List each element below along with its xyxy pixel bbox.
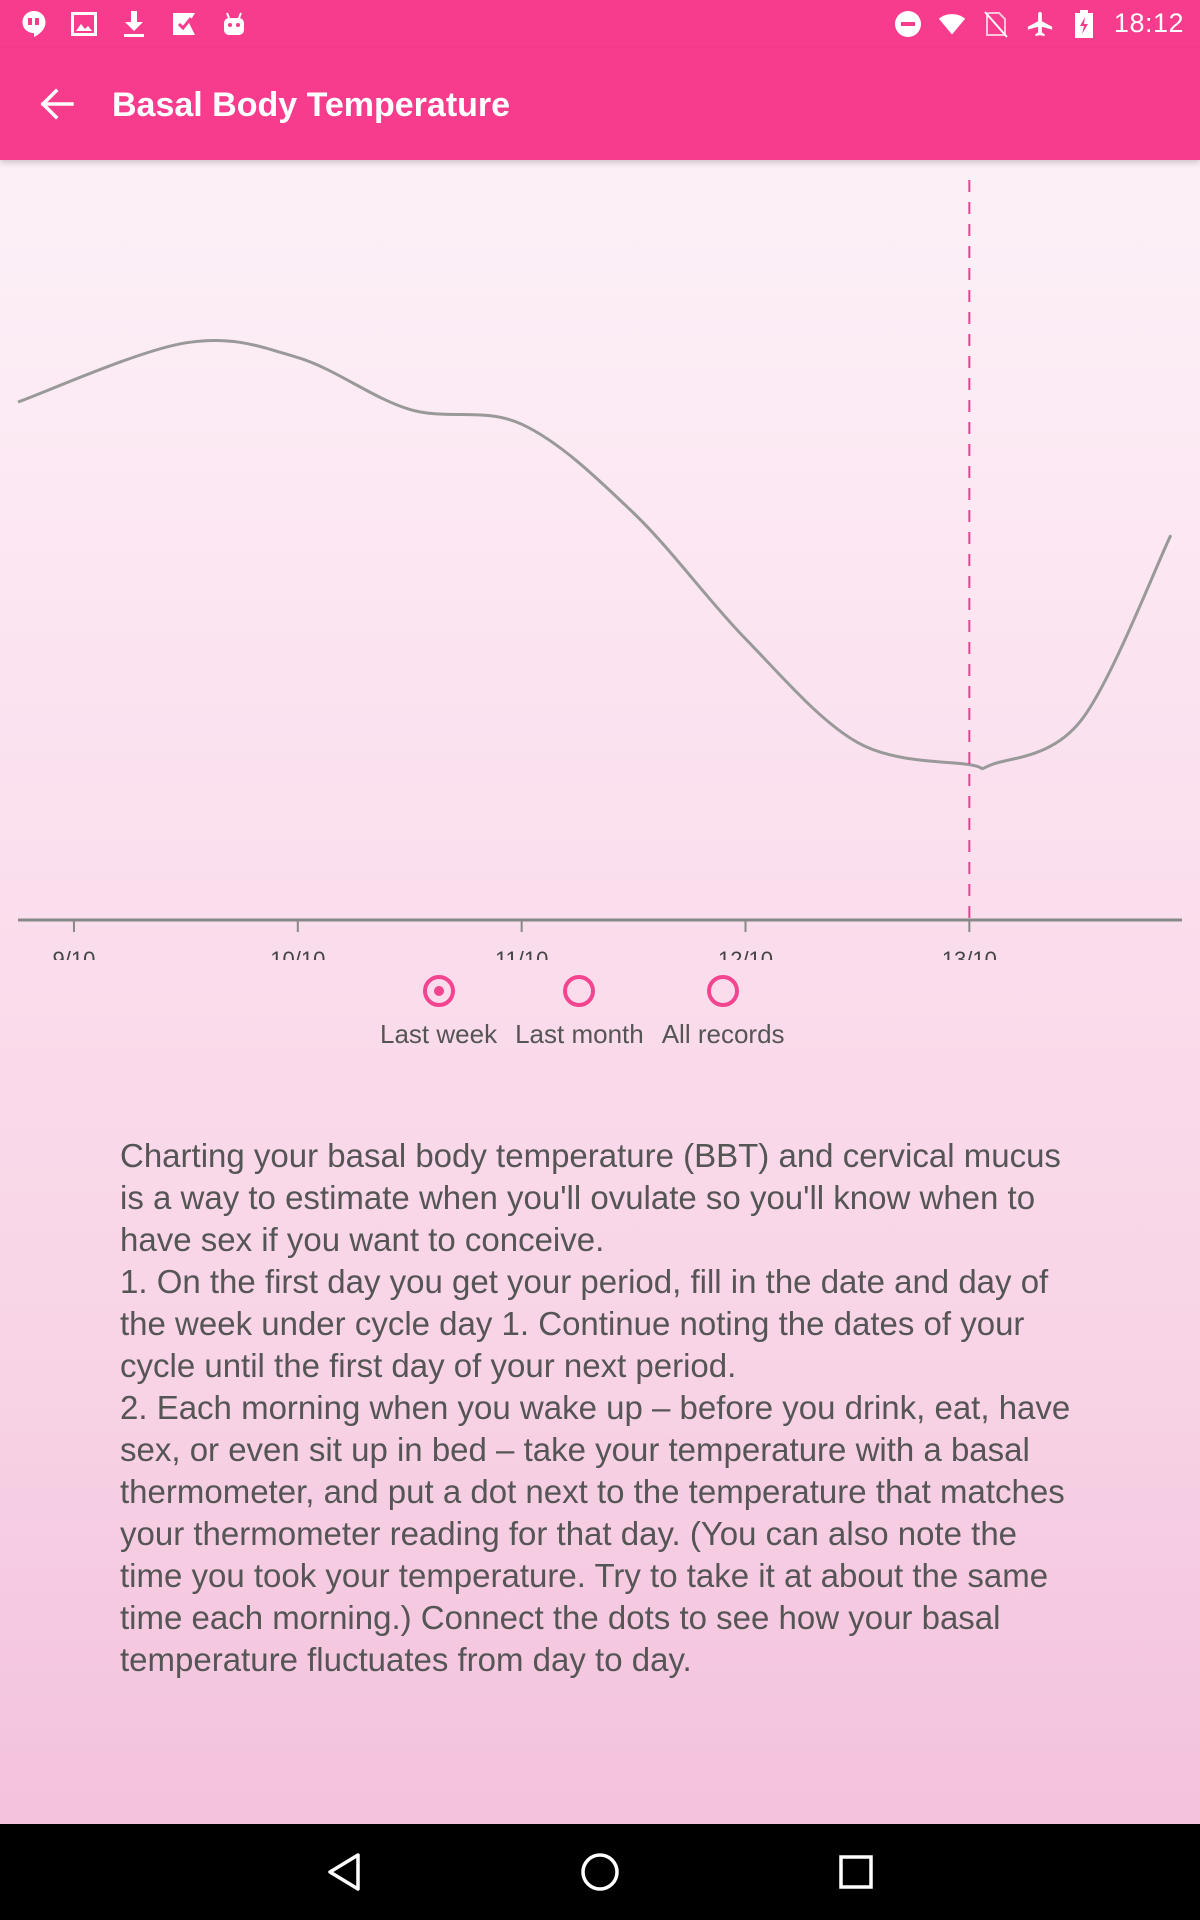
x-tick-label: 10/10 [270,947,325,960]
range-option-last-month[interactable]: Last month [515,975,644,1050]
back-triangle-icon [328,1853,360,1891]
wifi-icon [938,10,966,38]
app-bar: Basal Body Temperature [0,48,1200,160]
play-store-icon [170,10,198,38]
range-label-last-month: Last month [515,1019,644,1049]
do-not-disturb-icon [894,10,922,38]
no-sim-icon [982,10,1010,38]
android-icon [220,10,248,38]
chart-series-line [17,338,1173,771]
status-bar: 18:12 [0,0,1200,48]
x-tick-label: 9/10 [53,947,96,960]
back-button[interactable] [24,80,88,128]
range-option-last-week[interactable]: Last week [380,975,497,1050]
nav-recents-button[interactable] [832,1848,880,1896]
navigation-bar [0,1824,1200,1920]
recents-square-icon [839,1855,873,1889]
page-title: Basal Body Temperature [112,86,511,124]
airplane-mode-icon [1026,10,1054,38]
x-tick-label: 13/10 [942,947,997,960]
range-label-all-records: All records [661,1019,785,1049]
x-tick-label: 11/10 [495,947,548,960]
x-tick-label: 12/10 [718,947,773,960]
status-time: 18:12 [1113,8,1184,38]
bbt-chart: 9/10 10/10 11/10 12/10 13/10 [17,180,1182,960]
range-option-all-records[interactable]: All records [662,975,785,1050]
arrow-back-icon [40,88,74,120]
notification-icons [20,10,248,38]
radio-last-week[interactable] [422,975,455,1007]
range-label-last-week: Last week [380,1019,498,1049]
nav-home-button[interactable] [576,1848,624,1896]
home-circle-icon [581,1853,619,1891]
hangouts-icon [20,10,48,38]
range-selector: Last week Last month All records [380,975,785,1050]
bbt-info-text: Charting your basal body temperature (BB… [120,1137,1071,1678]
nav-back-button[interactable] [320,1848,368,1896]
system-icons: 18:12 [894,8,1184,39]
chart-ticks: 9/10 10/10 11/10 12/10 13/10 [53,920,997,960]
battery-charging-icon [1070,9,1098,38]
radio-all-records[interactable] [707,975,740,1007]
image-icon [70,10,98,38]
download-icon [120,10,148,38]
radio-last-month[interactable] [563,975,596,1007]
